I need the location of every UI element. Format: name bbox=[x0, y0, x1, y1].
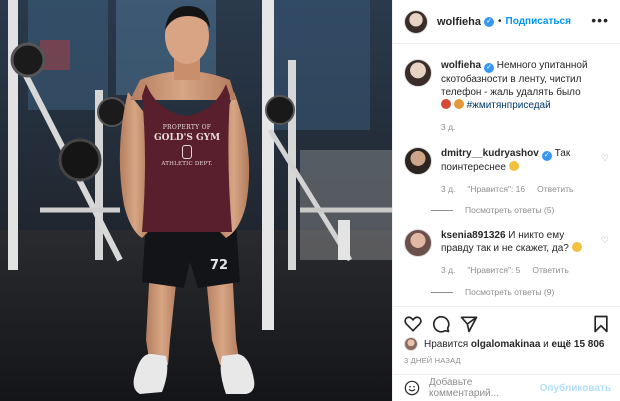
commenter-avatar[interactable] bbox=[404, 147, 432, 175]
post-photo[interactable]: PROPERTY OF GOLD'S GYM ATHLETIC DEPT. 72 bbox=[0, 0, 392, 401]
likes-count[interactable]: ещё 15 806 bbox=[552, 339, 605, 350]
commenter-avatar[interactable] bbox=[404, 229, 432, 257]
shirt-line-3: ATHLETIC DEPT. bbox=[161, 161, 213, 167]
verified-icon: ✓ bbox=[484, 16, 495, 27]
comment-icon[interactable] bbox=[431, 314, 451, 334]
likes-summary: Нравится olgalomakinaa и ещё 15 806 bbox=[404, 337, 604, 351]
follow-button[interactable]: Подписаться bbox=[506, 16, 571, 27]
share-icon[interactable] bbox=[459, 314, 479, 334]
comment-item: dmitry__kudryashov ✓ Так поинтереснее 3 д… bbox=[404, 147, 609, 196]
verified-icon: ✓ bbox=[541, 151, 552, 161]
verified-icon: ✓ bbox=[484, 63, 495, 73]
caption-meta: 3 д. bbox=[441, 121, 591, 134]
author-avatar[interactable] bbox=[404, 9, 428, 34]
instagram-post: PROPERTY OF GOLD'S GYM ATHLETIC DEPT. 72… bbox=[0, 0, 620, 401]
liker-avatar[interactable] bbox=[404, 337, 418, 351]
comment-meta: 3 д. "Нравится": 16 Ответить bbox=[441, 183, 591, 196]
post-time-ago[interactable]: 3 ДНЕЙ НАЗАД bbox=[404, 356, 461, 365]
likes-and: и bbox=[543, 338, 549, 350]
caption-time[interactable]: 3 д. bbox=[441, 121, 455, 134]
view-replies[interactable]: Посмотреть ответы (5) bbox=[431, 205, 554, 215]
post-header: wolfieha ✓ • Подписаться ••• bbox=[393, 0, 620, 44]
comment-body: ksenia891326 И никто ему правду так и не… bbox=[441, 229, 591, 277]
author-username[interactable]: wolfieha bbox=[437, 16, 481, 28]
view-replies[interactable]: Посмотреть ответы (9) bbox=[431, 287, 554, 297]
gym-photo-illustration bbox=[0, 0, 392, 401]
shirt-line-1: PROPERTY OF bbox=[162, 124, 212, 131]
likes-prefix: Нравится bbox=[424, 338, 469, 350]
reply-button[interactable]: Ответить bbox=[537, 183, 573, 196]
add-comment-row: Добавьте комментарий... Опубликовать bbox=[393, 374, 620, 401]
heart-icon[interactable] bbox=[403, 314, 423, 334]
comments-list[interactable]: wolfieha ✓ Немного упитанной скотобазност… bbox=[393, 45, 620, 305]
emoji-icon bbox=[441, 99, 451, 109]
caption-hashtag[interactable]: #жмитянприседай bbox=[467, 100, 551, 111]
flexed-biceps-emoji-icon bbox=[508, 161, 519, 171]
comment-meta: 3 д. "Нравится": 5 Ответить bbox=[441, 264, 591, 277]
view-replies-label[interactable]: Посмотреть ответы (9) bbox=[465, 287, 554, 297]
smile-icon[interactable] bbox=[404, 380, 420, 396]
comment-likes[interactable]: "Нравится": 5 bbox=[467, 264, 520, 277]
more-icon[interactable]: ••• bbox=[591, 13, 609, 27]
comment-body: dmitry__kudryashov ✓ Так поинтереснее 3 д… bbox=[441, 147, 591, 196]
comment-time[interactable]: 3 д. bbox=[441, 264, 455, 277]
smiling-emoji-icon bbox=[571, 242, 582, 252]
comment-heart-icon[interactable]: ♡ bbox=[601, 235, 609, 246]
liker-username[interactable]: olgalomakinaa bbox=[471, 339, 540, 350]
emoji-icon bbox=[453, 99, 464, 109]
bookmark-icon[interactable] bbox=[591, 314, 611, 334]
shirt-line-2: GOLD'S GYM bbox=[153, 133, 221, 143]
header-separator: • bbox=[498, 16, 502, 27]
shorts-number: 72 bbox=[210, 258, 229, 273]
publish-button[interactable]: Опубликовать bbox=[540, 383, 611, 394]
post-side-panel: wolfieha ✓ • Подписаться ••• wolfieha ✓ Н… bbox=[392, 0, 620, 401]
comment-input[interactable]: Добавьте комментарий... bbox=[429, 377, 540, 399]
comment-time[interactable]: 3 д. bbox=[441, 183, 455, 196]
replies-divider bbox=[431, 291, 453, 293]
post-caption: wolfieha ✓ Немного упитанной скотобазност… bbox=[404, 59, 609, 134]
replies-divider bbox=[431, 209, 453, 211]
reply-button[interactable]: Ответить bbox=[532, 264, 568, 277]
shirt-logo bbox=[182, 145, 192, 159]
caption-avatar[interactable] bbox=[404, 59, 432, 87]
comment-item: ksenia891326 И никто ему правду так и не… bbox=[404, 229, 609, 277]
action-bar bbox=[393, 306, 620, 338]
comment-likes[interactable]: "Нравится": 16 bbox=[467, 183, 525, 196]
comment-username[interactable]: ksenia891326 bbox=[441, 230, 506, 241]
shirt-print: PROPERTY OF GOLD'S GYM ATHLETIC DEPT. bbox=[146, 124, 228, 167]
comment-heart-icon[interactable]: ♡ bbox=[601, 153, 609, 164]
view-replies-label[interactable]: Посмотреть ответы (5) bbox=[465, 205, 554, 215]
caption-username[interactable]: wolfieha bbox=[441, 60, 481, 71]
comment-username[interactable]: dmitry__kudryashov bbox=[441, 148, 539, 159]
caption-body: wolfieha ✓ Немного упитанной скотобазност… bbox=[441, 59, 591, 134]
